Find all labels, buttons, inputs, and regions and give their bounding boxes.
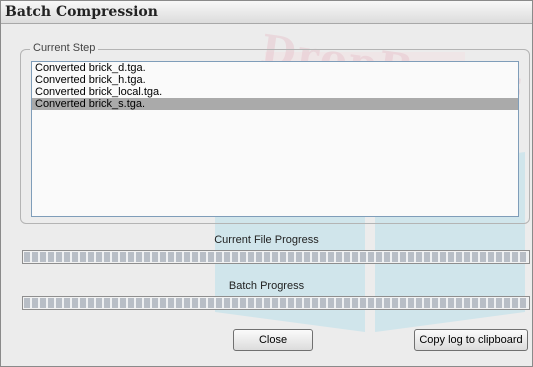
file-progress-fill: [24, 252, 528, 262]
log-list[interactable]: Converted brick_d.tga. Converted brick_h.…: [31, 61, 519, 217]
log-item[interactable]: Converted brick_s.tga.: [32, 98, 518, 110]
window-title: Batch Compression: [5, 4, 158, 20]
log-item[interactable]: Converted brick_h.tga.: [32, 74, 518, 86]
title-bar: Batch Compression: [1, 1, 532, 24]
batch-progress-fill: [24, 298, 528, 308]
file-progress-bar: [22, 250, 530, 264]
batch-progress-bar: [22, 296, 530, 310]
file-progress-label: Current File Progress: [214, 234, 319, 246]
current-step-label: Current Step: [30, 42, 99, 54]
batch-progress-label: Batch Progress: [228, 280, 305, 292]
log-item[interactable]: Converted brick_local.tga.: [32, 86, 518, 98]
log-item[interactable]: Converted brick_d.tga.: [32, 62, 518, 74]
close-button[interactable]: Close: [233, 329, 313, 351]
copy-log-button[interactable]: Copy log to clipboard: [414, 329, 528, 351]
